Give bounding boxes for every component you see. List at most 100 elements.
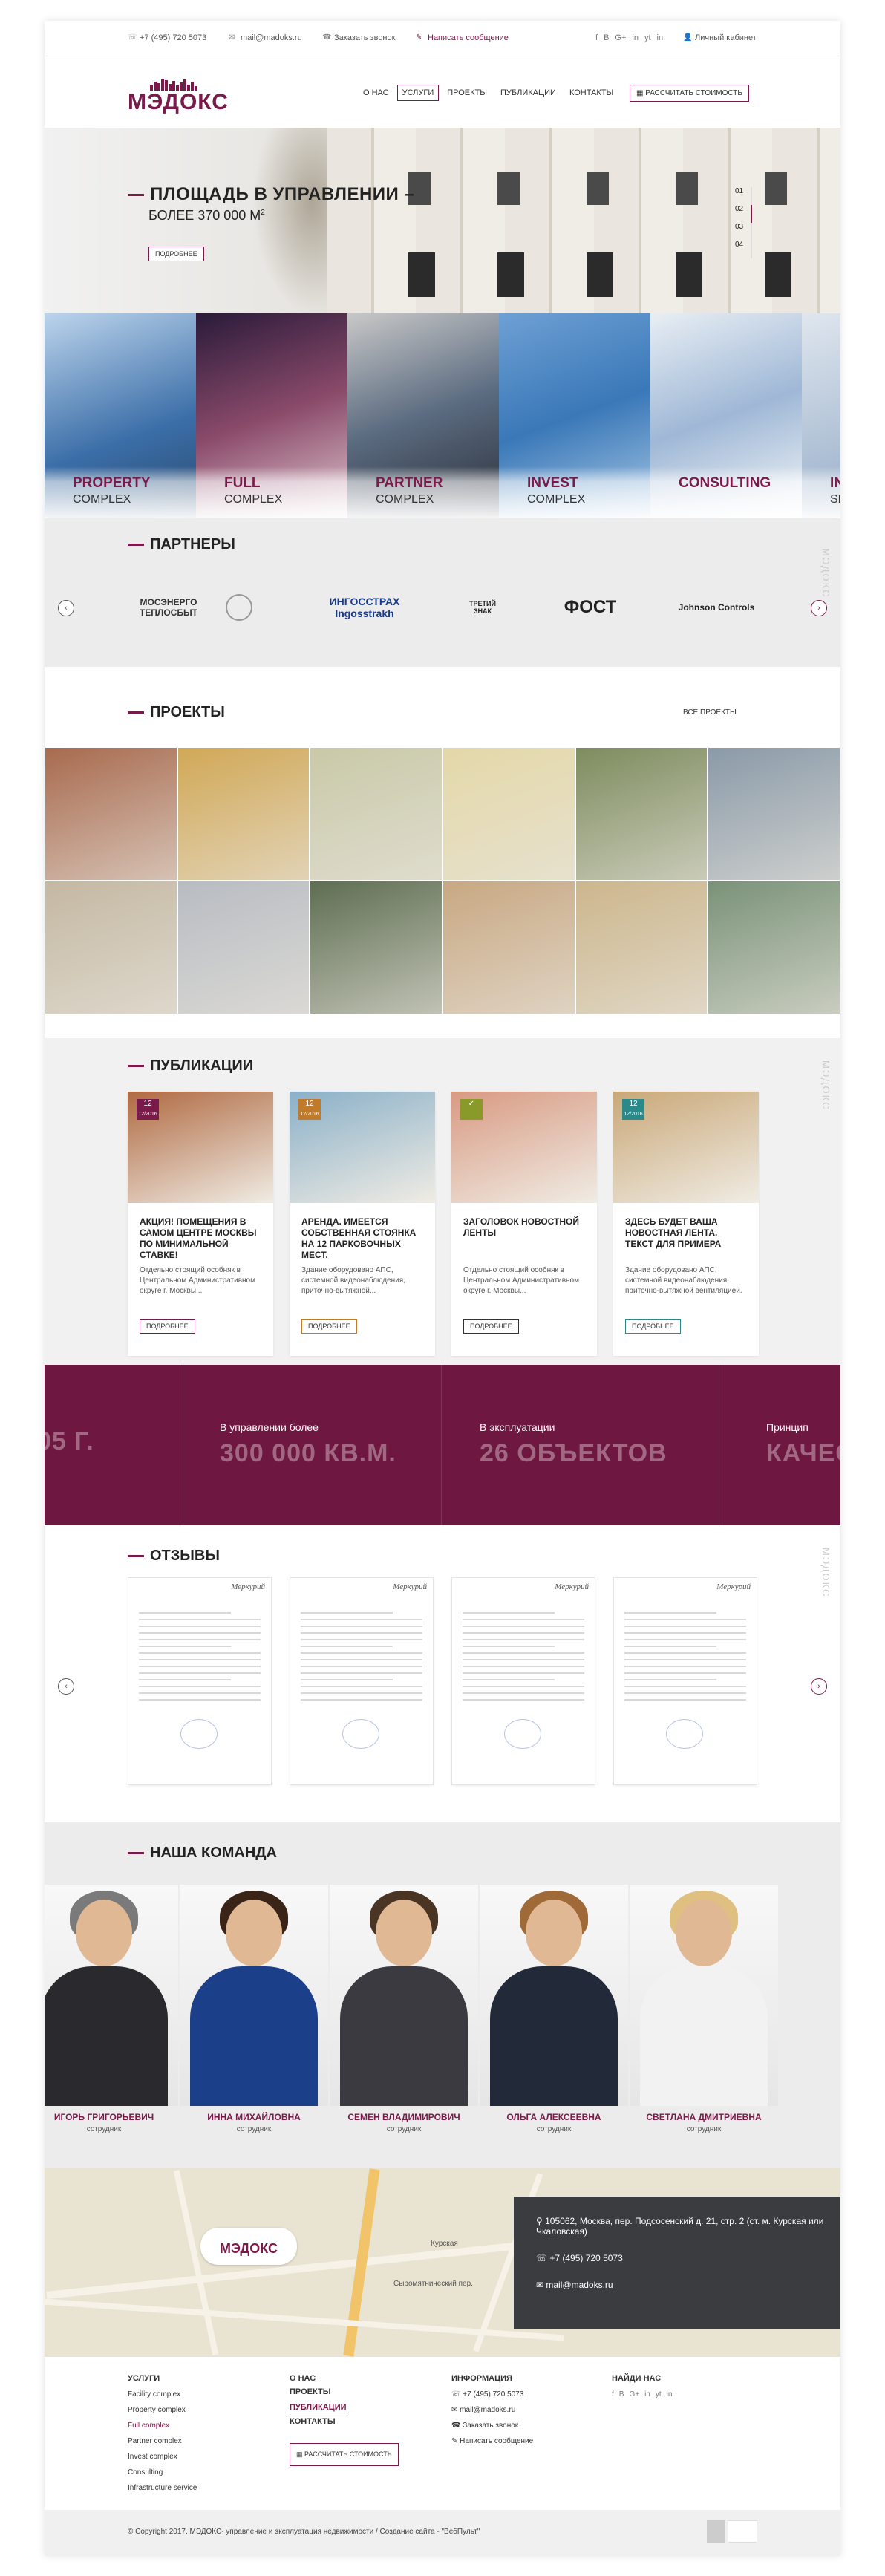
footer-link[interactable]: Consulting: [128, 2465, 197, 2480]
slide-dot-2[interactable]: 02: [735, 205, 753, 223]
hero-building-image: [327, 128, 840, 313]
partners-next-arrow-icon[interactable]: ›: [811, 600, 827, 616]
calc-cost-button[interactable]: ▦ РАССЧИТАТЬ СТОИМОСТЬ: [630, 85, 749, 102]
project-tile[interactable]: [177, 747, 310, 881]
googleplus-icon[interactable]: G+: [615, 33, 626, 42]
project-tile[interactable]: [45, 881, 177, 1014]
footer-email[interactable]: ✉ mail@madoks.ru: [451, 2402, 533, 2418]
slide-pagination: 01 02 03 04: [735, 187, 753, 258]
publication-card[interactable]: 12 12/2016 ЗДЕСЬ БУДЕТ ВАША НОВОСТНАЯ ЛЕНТ…: [613, 1092, 759, 1356]
footer-link[interactable]: ПРОЕКТЫ: [290, 2387, 399, 2397]
reviews-next-arrow-icon[interactable]: ›: [811, 1678, 827, 1695]
footer-write[interactable]: ✎ Написать сообщение: [451, 2433, 533, 2449]
publication-title[interactable]: АКЦИЯ! ПОМЕЩЕНИЯ В САМОМ ЦЕНТРЕ МОСКВЫ П…: [128, 1203, 273, 1262]
footer-link[interactable]: Facility complex: [128, 2387, 197, 2402]
footer-link[interactable]: ПУБЛИКАЦИИ: [290, 2402, 347, 2413]
facebook-icon[interactable]: f: [612, 2387, 614, 2402]
publication-more-button[interactable]: ПОДРОБНЕЕ: [140, 1319, 195, 1334]
menu-item-projects[interactable]: ПРОЕКТЫ: [442, 85, 492, 101]
footer-callback[interactable]: ☎ Заказать звонок: [451, 2418, 533, 2433]
contact-phone[interactable]: ☏ +7 (495) 720 5073: [536, 2253, 840, 2263]
team-member[interactable]: СЕМЕН ВЛАДИМИРОВИЧ сотрудник: [330, 1885, 478, 2133]
project-tile[interactable]: [177, 881, 310, 1014]
vk-icon[interactable]: B: [619, 2387, 624, 2402]
menu-item-contacts[interactable]: КОНТАКТЫ: [564, 85, 618, 101]
review-letter[interactable]: Меркурий: [451, 1577, 595, 1785]
publication-card[interactable]: 12 12/2016 АКЦИЯ! ПОМЕЩЕНИЯ В САМОМ ЦЕНТРЕ…: [128, 1092, 273, 1356]
footer-link[interactable]: Infrastructure service: [128, 2480, 197, 2496]
slide-dot-4[interactable]: 04: [735, 241, 753, 258]
team-member-role: сотрудник: [236, 2125, 272, 2133]
category-full[interactable]: FULL COMPLEX: [196, 313, 347, 518]
topbar-callback[interactable]: ☎ Заказать звонок: [322, 33, 395, 42]
project-tile[interactable]: [310, 747, 442, 881]
publication-title[interactable]: ЗДЕСЬ БУДЕТ ВАША НОВОСТНАЯ ЛЕНТА. ТЕКСТ …: [613, 1203, 759, 1262]
youtube-icon[interactable]: yt: [644, 33, 651, 42]
topbar-phone[interactable]: ☏ +7 (495) 720 5073: [128, 33, 206, 42]
vk-icon[interactable]: B: [604, 33, 609, 42]
project-tile[interactable]: [442, 881, 575, 1014]
footer-link[interactable]: КОНТАКТЫ: [290, 2416, 399, 2427]
project-tile[interactable]: [575, 747, 708, 881]
instagram-icon[interactable]: in: [644, 2387, 650, 2402]
category-consulting[interactable]: CONSULTING: [650, 313, 802, 518]
review-letter[interactable]: Меркурий: [613, 1577, 757, 1785]
counter-widget[interactable]: [728, 2520, 757, 2543]
category-invest[interactable]: INVEST COMPLEX: [499, 313, 650, 518]
contact-email[interactable]: ✉ mail@madoks.ru: [536, 2280, 840, 2290]
map-logo-marker[interactable]: МЭДОКС: [200, 2228, 297, 2265]
footer-link[interactable]: Full complex: [128, 2418, 197, 2433]
topbar-write[interactable]: ✎ Написать сообщение: [416, 33, 509, 42]
publication-card[interactable]: 12 12/2016 АРЕНДА. ИМЕЕТСЯ СОБСТВЕННАЯ СТО…: [290, 1092, 435, 1356]
menu-item-about[interactable]: О НАС: [358, 85, 394, 101]
googleplus-icon[interactable]: G+: [629, 2387, 639, 2402]
footer-link[interactable]: О НАС: [290, 2373, 399, 2384]
menu-item-services[interactable]: УСЛУГИ: [396, 85, 440, 101]
hero-more-button[interactable]: ПОДРОБНЕЕ: [148, 247, 204, 261]
footer-calc-button[interactable]: ▦ РАССЧИТАТЬ СТОИМОСТЬ: [290, 2443, 399, 2466]
slide-dot-3[interactable]: 03: [735, 223, 753, 241]
footer-link[interactable]: Property complex: [128, 2402, 197, 2418]
team-member[interactable]: СВЕТЛАНА ДМИТРИЕВНА сотрудник: [630, 1885, 778, 2133]
project-tile[interactable]: [442, 747, 575, 881]
project-tile[interactable]: [575, 881, 708, 1014]
team-member[interactable]: ОЛЬГА АЛЕКСЕЕВНА сотрудник: [480, 1885, 628, 2133]
footer-link[interactable]: Partner complex: [128, 2433, 197, 2449]
reviews-prev-arrow-icon[interactable]: ‹: [58, 1678, 74, 1695]
youtube-icon[interactable]: yt: [656, 2387, 662, 2402]
review-letter[interactable]: Меркурий: [290, 1577, 434, 1785]
team-member[interactable]: ИГОРЬ ГРИГОРЬЕВИЧ сотрудник: [45, 1885, 178, 2133]
topbar-email[interactable]: ✉ mail@madoks.ru: [229, 33, 302, 42]
project-tile[interactable]: [708, 881, 840, 1014]
publication-more-button[interactable]: ПОДРОБНЕЕ: [301, 1319, 357, 1334]
team-member[interactable]: ИННА МИХАЙЛОВНА сотрудник: [180, 1885, 328, 2133]
category-infrastructure[interactable]: INSE: [802, 313, 840, 518]
publication-more-button[interactable]: ПОДРОБНЕЕ: [625, 1319, 681, 1334]
footer-link[interactable]: Invest complex: [128, 2449, 197, 2465]
review-letter[interactable]: Меркурий: [128, 1577, 272, 1785]
publication-title[interactable]: АРЕНДА. ИМЕЕТСЯ СОБСТВЕННАЯ СТОЯНКА НА 1…: [290, 1203, 435, 1262]
slide-dot-1[interactable]: 01: [735, 187, 753, 205]
footer-phone[interactable]: ☏ +7 (495) 720 5073: [451, 2387, 533, 2402]
category-partner[interactable]: PARTNER COMPLEX: [347, 313, 499, 518]
team-member-name: СВЕТЛАНА ДМИТРИЕВНА: [646, 2112, 762, 2122]
menu-item-publications[interactable]: ПУБЛИКАЦИИ: [495, 85, 561, 101]
topbar-cabinet[interactable]: 👤 Личный кабинет: [683, 33, 757, 42]
all-projects-link[interactable]: ВСЕ ПРОЕКТЫ: [683, 708, 737, 717]
publication-card[interactable]: ✓ ЗАГОЛОВОК НОВОСТНОЙ ЛЕНТЫ Отдельно стоящ…: [451, 1092, 597, 1356]
team-member-role: сотрудник: [686, 2125, 722, 2133]
hero-slider: ПЛОЩАДЬ В УПРАВЛЕНИИ – БОЛЕЕ 370 000 м2 …: [45, 128, 840, 313]
project-tile[interactable]: [45, 747, 177, 881]
category-property[interactable]: PROPERTY COMPLEX: [45, 313, 196, 518]
publication-more-button[interactable]: ПОДРОБНЕЕ: [463, 1319, 519, 1334]
partners-prev-arrow-icon[interactable]: ‹: [58, 600, 74, 616]
project-tile[interactable]: [708, 747, 840, 881]
publication-title[interactable]: ЗАГОЛОВОК НОВОСТНОЙ ЛЕНТЫ: [451, 1203, 597, 1262]
facebook-icon[interactable]: f: [595, 33, 598, 42]
instagram-icon[interactable]: in: [632, 33, 639, 42]
linkedin-icon[interactable]: in: [657, 33, 664, 42]
publication-image: 12 12/2016: [128, 1092, 273, 1203]
linkedin-icon[interactable]: in: [667, 2387, 673, 2402]
logo[interactable]: МЭДОКС: [128, 79, 254, 116]
project-tile[interactable]: [310, 881, 442, 1014]
